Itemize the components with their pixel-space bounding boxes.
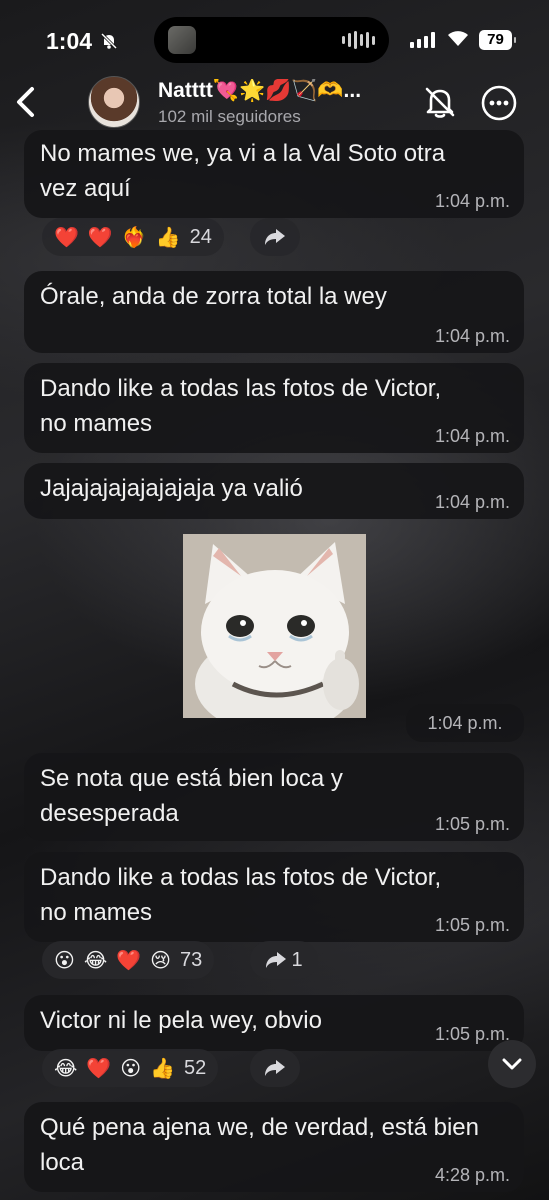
bell-off-icon[interactable] — [422, 84, 458, 120]
message-text: No mames we, ya vi a la Val Soto otra ve… — [40, 140, 446, 202]
reaction-emoji: 😂 — [83, 949, 108, 972]
chevron-down-icon — [502, 1058, 522, 1070]
sticker-time: 1:04 p.m. — [406, 704, 524, 742]
reaction-emoji: 😮 — [120, 1057, 142, 1080]
message-time: 1:05 p.m. — [434, 1024, 510, 1044]
cellular-signal-icon — [410, 32, 435, 48]
message-time: 1:04 p.m. — [434, 492, 510, 512]
share-arrow-icon — [265, 1060, 285, 1076]
message-time: 4:28 p.m. — [434, 1165, 510, 1185]
reaction-emoji: ❤️ — [87, 226, 113, 249]
message-bubble[interactable]: Dando like a todas las fotos de Victor, … — [24, 852, 524, 942]
reaction-emoji: ❤️ — [86, 1057, 112, 1080]
back-chevron-icon[interactable] — [10, 84, 40, 120]
reaction-bar[interactable]: 😮 😂 ❤️ 😢 73 — [42, 941, 215, 979]
share-arrow-icon — [265, 229, 285, 245]
battery-level: 79 — [479, 30, 516, 50]
reaction-count: 73 — [180, 948, 203, 971]
bell-off-icon — [100, 32, 118, 50]
message-bubble[interactable]: Jajajajajajajajaja ya valió 1:04 p.m. — [24, 463, 524, 519]
reaction-count: 24 — [189, 225, 212, 248]
audio-wave-icon — [342, 31, 375, 49]
channel-header: Natttt💘🌟💋🏹🫶... 102 mil seguidores — [0, 70, 549, 136]
reaction-emoji: 😢 — [150, 949, 171, 972]
reaction-emoji: 😂 — [54, 1057, 78, 1080]
message-text: Qué pena ajena we, de verdad, está bien … — [40, 1114, 479, 1176]
message-text: Dando like a todas las fotos de Victor, … — [40, 375, 442, 437]
message-time: 1:04 p.m. — [434, 191, 510, 211]
channel-title[interactable]: Natttt💘🌟💋🏹🫶... — [158, 79, 398, 103]
wifi-icon — [448, 31, 468, 46]
message-text: Órale, anda de zorra total la wey — [40, 283, 387, 310]
reaction-count: 52 — [184, 1056, 207, 1079]
share-arrow-icon — [266, 952, 287, 968]
scroll-to-bottom-button[interactable] — [488, 1040, 536, 1088]
message-time: 1:05 p.m. — [434, 915, 510, 935]
reaction-emoji: 👍 — [155, 226, 181, 249]
share-count: 1 — [291, 948, 303, 971]
reaction-emoji: ❤️ — [54, 226, 79, 249]
now-playing-thumbnail — [168, 26, 196, 54]
channel-avatar[interactable] — [88, 76, 140, 128]
cat-sticker[interactable] — [183, 534, 366, 718]
crying-cat-sticker-icon — [183, 534, 366, 718]
share-button[interactable]: 1 — [250, 941, 318, 979]
message-time: 1:04 p.m. — [434, 426, 510, 446]
message-bubble[interactable]: Qué pena ajena we, de verdad, está bien … — [24, 1102, 524, 1192]
message-bubble[interactable]: Victor ni le pela wey, obvio 1:05 p.m. — [24, 995, 524, 1051]
reaction-emoji: 😮 — [54, 949, 75, 972]
reaction-emoji: ❤️ — [116, 949, 142, 972]
message-text: Dando like a todas las fotos de Victor, … — [40, 864, 442, 926]
message-time: 1:05 p.m. — [434, 814, 510, 834]
dynamic-island[interactable] — [154, 17, 389, 63]
status-bar: 1:04 79 — [0, 0, 549, 80]
message-bubble[interactable]: Se nota que está bien loca y desesperada… — [24, 753, 524, 841]
share-button[interactable] — [250, 1049, 300, 1087]
message-bubble[interactable]: Dando like a todas las fotos de Victor, … — [24, 363, 524, 453]
status-time: 1:04 — [46, 28, 93, 54]
follower-count: 102 mil seguidores — [158, 107, 301, 126]
reaction-bar[interactable]: ❤️ ❤️ ❤️‍🔥 👍 24 — [42, 218, 224, 256]
message-time: 1:04 p.m. — [434, 326, 510, 346]
message-bubble[interactable]: No mames we, ya vi a la Val Soto otra ve… — [24, 130, 524, 218]
reaction-emoji: ❤️‍🔥 — [121, 226, 147, 249]
reaction-emoji: 👍 — [150, 1057, 176, 1080]
share-button[interactable] — [250, 218, 300, 256]
message-bubble[interactable]: Órale, anda de zorra total la wey 1:04 p… — [24, 271, 524, 353]
more-options-icon[interactable] — [480, 84, 518, 122]
reaction-bar[interactable]: 😂 ❤️ 😮 👍 52 — [42, 1049, 219, 1087]
message-text: Se nota que está bien loca y desesperada — [40, 765, 343, 827]
